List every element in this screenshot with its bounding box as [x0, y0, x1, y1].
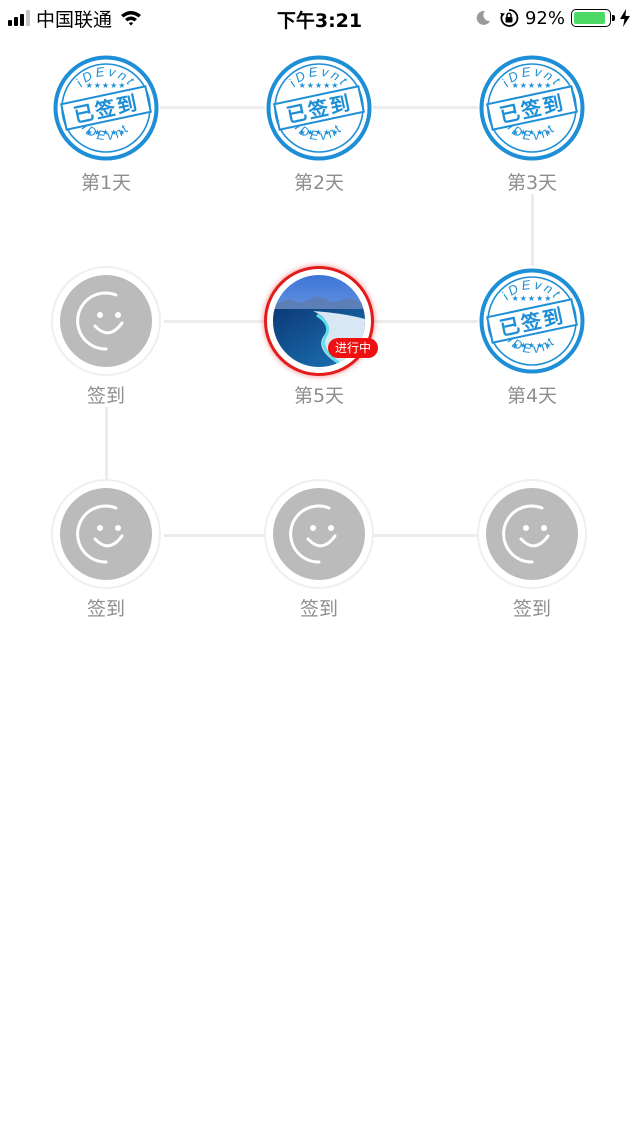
day-label: 第1天	[80, 172, 132, 194]
signed-stamp-icon: iDEvnt iDEvnt ★ ★ ★★★★★ ★★★★★ 已签到	[479, 268, 585, 374]
connector-line	[164, 534, 265, 537]
svg-text:★★★★★: ★★★★★	[512, 128, 553, 137]
connector-line	[374, 534, 478, 537]
signed-stamp-icon: iDEvnt iDEvnt ★ ★ ★★★★★ ★★★★★ 已签到	[266, 55, 372, 161]
signed-stamp-day-4: iDEvnt iDEvnt ★ ★ ★★★★★ ★★★★★ 已签到	[477, 266, 587, 376]
signed-stamp-day-3: iDEvnt iDEvnt ★ ★ ★★★★★ ★★★★★ 已签到	[477, 53, 587, 163]
signed-stamp-day-1: iDEvnt iDEvnt ★ ★ ★★★★★ ★★★★★ 已签到	[51, 53, 161, 163]
day-label: 签到	[299, 598, 338, 620]
pending-avatar-day-9[interactable]	[477, 479, 587, 589]
signed-stamp-icon: iDEvnt iDEvnt ★ ★ ★★★★★ ★★★★★ 已签到	[479, 55, 585, 161]
in-progress-badge: 进行中	[328, 338, 379, 358]
svg-text:★★★★★: ★★★★★	[512, 294, 553, 303]
current-day-avatar-day-5[interactable]: 进行中	[264, 266, 379, 376]
pending-avatar-day-8[interactable]	[264, 479, 374, 589]
day-label: 第2天	[293, 172, 345, 194]
day-label: 第5天	[293, 385, 345, 407]
smiley-icon	[60, 275, 152, 367]
pending-avatar-day-7[interactable]	[51, 479, 161, 589]
signed-stamp-day-2: iDEvnt iDEvnt ★ ★ ★★★★★ ★★★★★ 已签到	[264, 53, 374, 163]
pending-avatar-day-6[interactable]	[51, 266, 161, 376]
day-label: 第3天	[506, 172, 558, 194]
svg-text:★★★★★: ★★★★★	[512, 341, 553, 350]
day-label: 签到	[86, 385, 125, 407]
connector-line	[373, 106, 478, 109]
connector-line	[531, 194, 534, 266]
svg-text:★★★★★: ★★★★★	[299, 128, 340, 137]
connector-line	[160, 106, 265, 109]
svg-text:★★★★★: ★★★★★	[86, 128, 127, 137]
checkin-grid: iDEvnt iDEvnt ★ ★ ★★★★★ ★★★★★ 已签到 第1天	[0, 0, 639, 1136]
svg-text:★★★★★: ★★★★★	[299, 81, 340, 90]
smiley-icon	[273, 488, 365, 580]
connector-line	[105, 407, 108, 480]
connector-line	[374, 320, 478, 323]
day-label: 第4天	[506, 385, 558, 407]
smiley-icon	[60, 488, 152, 580]
svg-text:★★★★★: ★★★★★	[512, 81, 553, 90]
signed-stamp-icon: iDEvnt iDEvnt ★ ★ ★★★★★ ★★★★★ 已签到	[53, 55, 159, 161]
connector-line	[164, 320, 265, 323]
day-label: 签到	[512, 598, 551, 620]
smiley-icon	[486, 488, 578, 580]
svg-text:★★★★★: ★★★★★	[86, 81, 127, 90]
day-label: 签到	[86, 598, 125, 620]
